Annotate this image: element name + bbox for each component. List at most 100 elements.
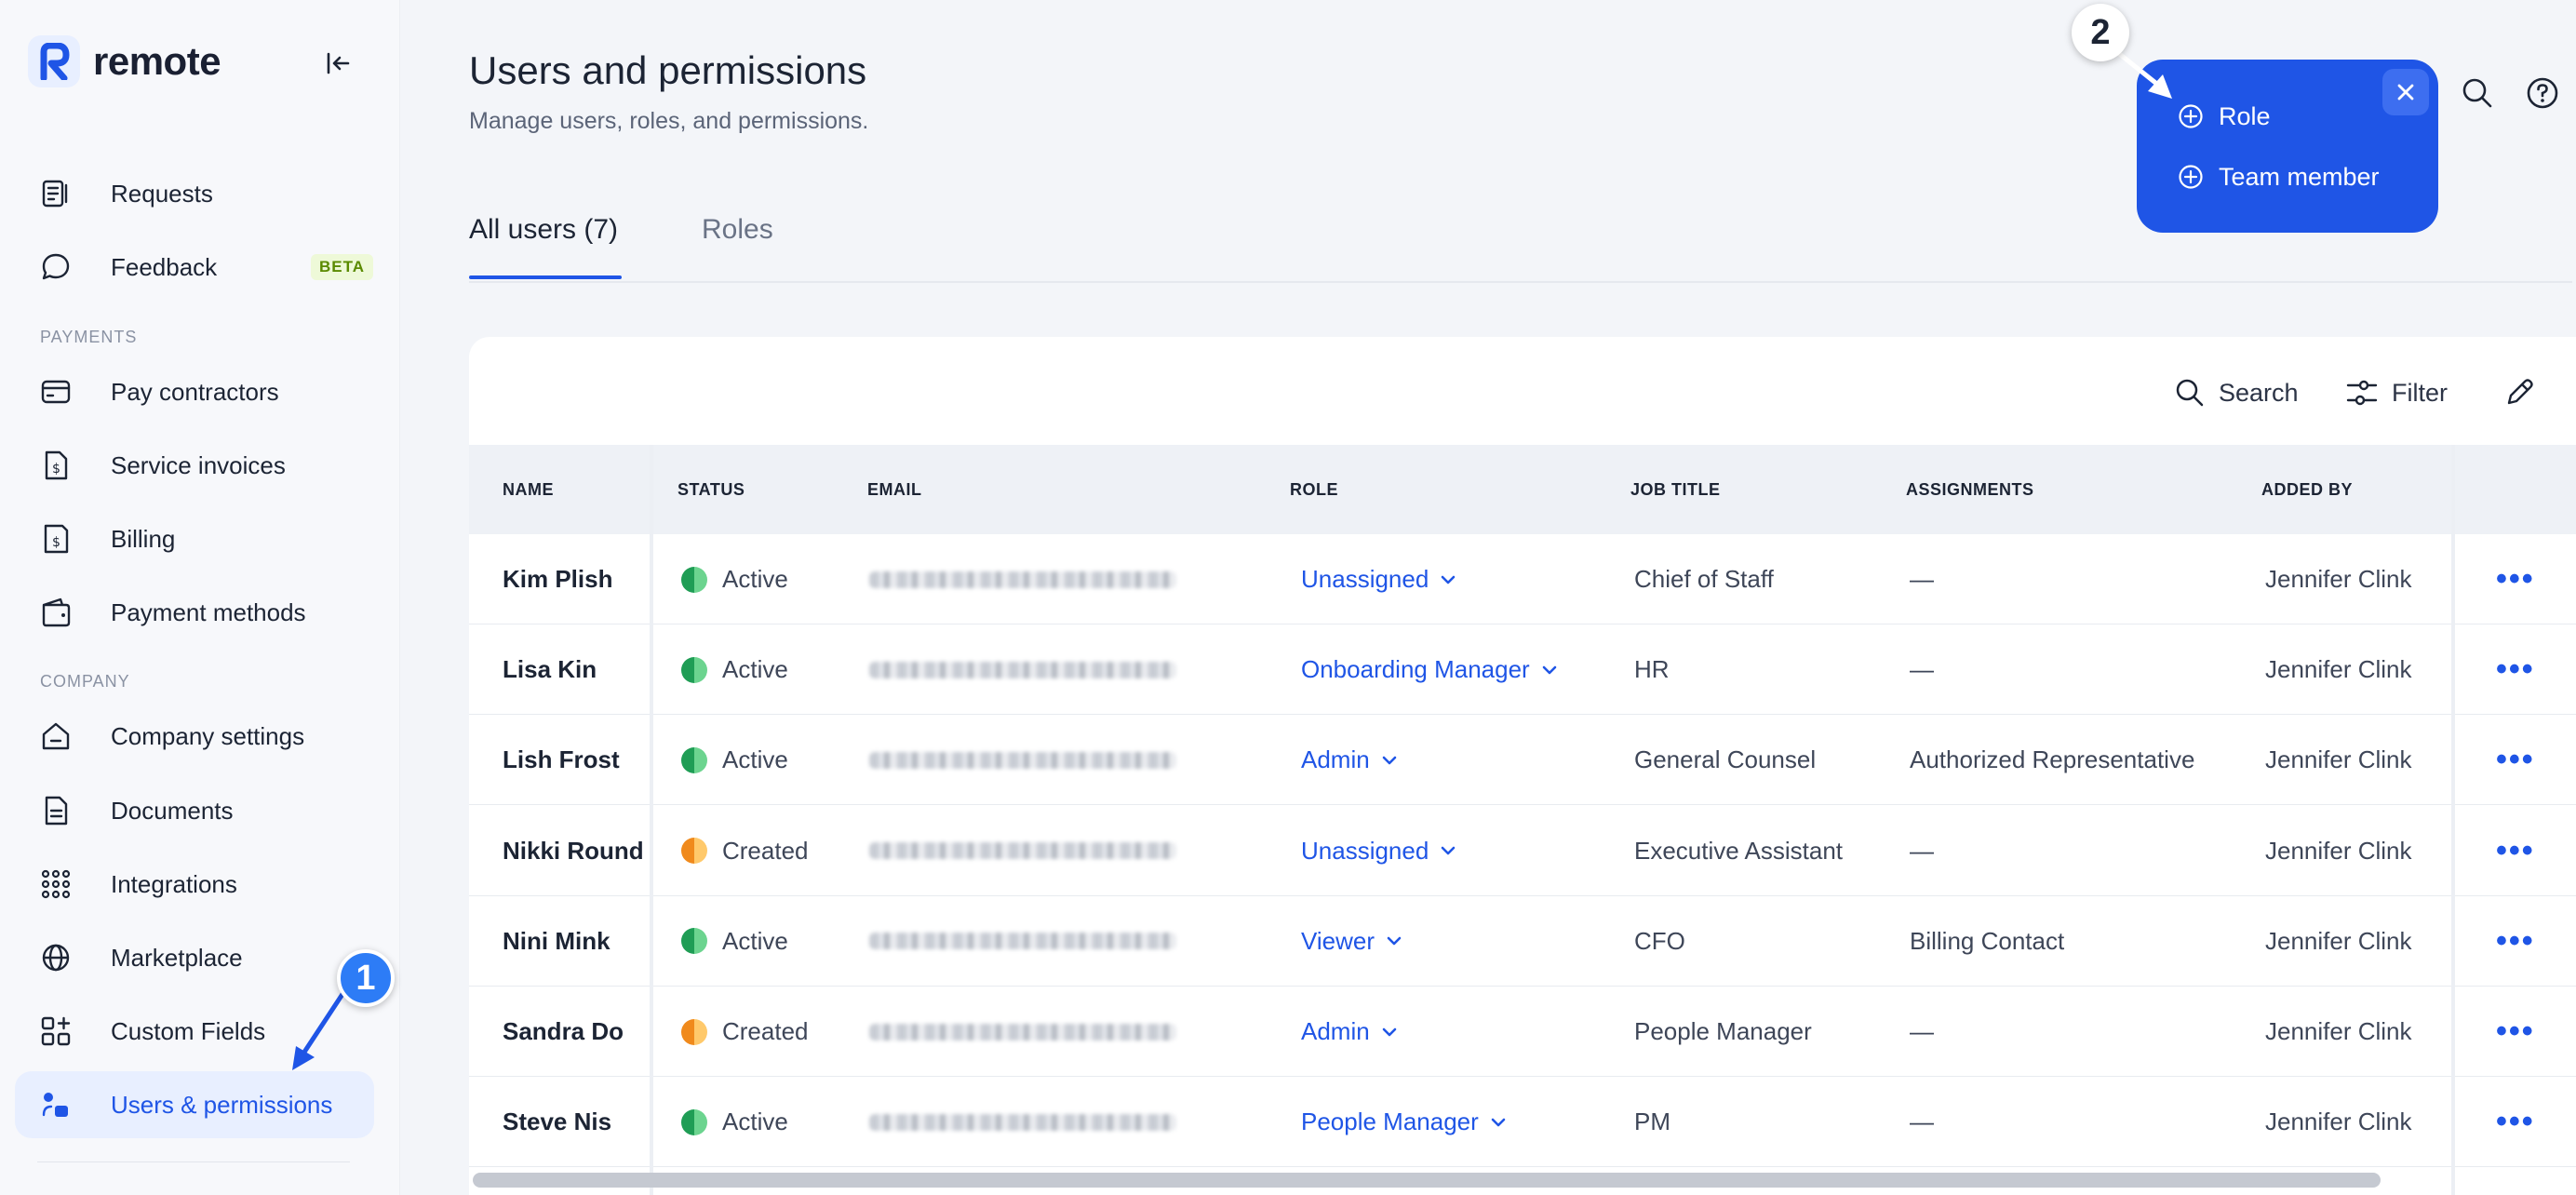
column-header-status[interactable]: STATUS xyxy=(678,445,745,534)
collapse-sidebar-icon[interactable] xyxy=(320,45,357,82)
plus-circle-icon xyxy=(2179,165,2203,189)
role-dropdown[interactable]: People Manager xyxy=(1301,1077,1509,1167)
annotation-badge-2: 2 xyxy=(2072,4,2129,61)
sidebar-item-label: Pay contractors xyxy=(111,377,279,406)
role-dropdown[interactable]: Unassigned xyxy=(1301,806,1458,896)
help-icon[interactable] xyxy=(2524,74,2561,112)
status-dot-icon xyxy=(681,1108,707,1135)
assignments: — xyxy=(1910,1017,1934,1045)
role-label: Unassigned xyxy=(1301,565,1429,593)
sidebar-item-label: Integrations xyxy=(111,869,237,898)
more-actions-icon[interactable]: ••• xyxy=(2496,896,2535,987)
user-name[interactable]: Lisa Kin xyxy=(503,624,597,715)
filter-label: Filter xyxy=(2392,378,2448,407)
table-row[interactable]: Nikki Round Created Unassigned Executive As… xyxy=(469,806,2576,896)
column-header-job-title[interactable]: JOB TITLE xyxy=(1630,445,1721,534)
role-dropdown[interactable]: Onboarding Manager xyxy=(1301,624,1560,715)
menu-item-label: Role xyxy=(2219,101,2271,130)
user-name[interactable]: Sandra Do xyxy=(503,987,624,1077)
sidebar-item-integrations[interactable]: Integrations xyxy=(15,851,374,918)
more-actions-icon[interactable]: ••• xyxy=(2496,987,2535,1077)
column-header-added-by[interactable]: ADDED BY xyxy=(2261,445,2353,534)
status-label: Active xyxy=(722,926,788,955)
more-actions-icon[interactable]: ••• xyxy=(2496,534,2535,624)
column-divider xyxy=(2451,445,2455,1195)
more-actions-icon[interactable]: ••• xyxy=(2496,715,2535,805)
table-row[interactable]: Lish Frost Active Admin General Counsel Auth… xyxy=(469,715,2576,806)
page-subtitle: Manage users, roles, and permissions. xyxy=(469,108,869,134)
sidebar-item-feedback[interactable]: Feedback BETA xyxy=(15,234,374,301)
chevron-down-icon xyxy=(1382,1027,1397,1036)
column-header-name[interactable]: NAME xyxy=(503,445,554,534)
sidebar-item-label: Marketplace xyxy=(111,943,243,972)
search-label: Search xyxy=(2219,378,2299,407)
custom-fields-icon xyxy=(37,1013,74,1050)
user-name[interactable]: Lish Frost xyxy=(503,715,620,805)
table-row[interactable]: Steve Nis Active People Manager PM — Jennifer… xyxy=(469,1077,2576,1168)
email-cell xyxy=(869,987,1176,1077)
status-dot-icon xyxy=(681,928,707,955)
search-icon[interactable] xyxy=(2459,74,2496,112)
user-name[interactable]: Steve Nis xyxy=(503,1077,611,1167)
job-title: PM xyxy=(1634,1108,1670,1136)
more-actions-icon[interactable]: ••• xyxy=(2496,624,2535,715)
pencil-icon xyxy=(2507,379,2533,405)
role-dropdown[interactable]: Admin xyxy=(1301,987,1400,1077)
job-title: HR xyxy=(1634,655,1670,684)
sidebar-item-payment-methods[interactable]: Payment methods xyxy=(15,579,374,646)
blurred-email xyxy=(869,661,1176,678)
edit-columns-button[interactable] xyxy=(2503,374,2535,411)
column-header-role[interactable]: ROLE xyxy=(1290,445,1338,534)
status-label: Active xyxy=(722,745,788,774)
status-dot-icon xyxy=(681,656,707,683)
role-label: Unassigned xyxy=(1301,836,1429,865)
role-dropdown[interactable]: Admin xyxy=(1301,715,1400,805)
status-dot-icon xyxy=(681,746,707,773)
more-actions-icon[interactable]: ••• xyxy=(2496,806,2535,896)
role-dropdown[interactable]: Unassigned xyxy=(1301,534,1458,624)
remote-logo-icon xyxy=(28,35,80,87)
role-dropdown[interactable]: Viewer xyxy=(1301,896,1404,987)
sidebar-item-billing[interactable]: $ Billing xyxy=(15,505,374,572)
column-header-assignments[interactable]: ASSIGNMENTS xyxy=(1906,445,2034,534)
role-label: People Manager xyxy=(1301,1108,1479,1136)
blurred-email xyxy=(869,842,1176,860)
plus-circle-icon xyxy=(2179,104,2203,128)
add-team-member-menu-item[interactable]: Team member xyxy=(2178,158,2380,195)
dollar-file-icon: $ xyxy=(37,447,74,484)
status-label: Active xyxy=(722,1108,788,1136)
table-row[interactable]: Lisa Kin Active Onboarding Manager HR — Jenni… xyxy=(469,624,2576,716)
more-actions-icon[interactable]: ••• xyxy=(2496,1077,2535,1167)
sidebar-item-service-invoices[interactable]: $ Service invoices xyxy=(15,432,374,499)
horizontal-scrollbar[interactable] xyxy=(473,1173,2381,1188)
table-row[interactable]: Kim Plish Active Unassigned Chief of Staff —… xyxy=(469,534,2576,624)
close-icon[interactable] xyxy=(2382,69,2429,115)
user-name[interactable]: Kim Plish xyxy=(503,534,612,624)
column-header-email[interactable]: EMAIL xyxy=(867,445,922,534)
job-title: People Manager xyxy=(1634,1017,1812,1045)
tab-roles[interactable]: Roles xyxy=(702,214,773,246)
sidebar-item-documents[interactable]: Documents xyxy=(15,777,374,844)
role-label: Viewer xyxy=(1301,926,1375,955)
billing-icon: $ xyxy=(37,520,74,557)
sidebar-item-pay-contractors[interactable]: Pay contractors xyxy=(15,358,374,425)
user-name[interactable]: Nikki Round xyxy=(503,806,644,896)
table-row[interactable]: Sandra Do Created Admin People Manager — Jenn… xyxy=(469,987,2576,1077)
search-button[interactable]: Search xyxy=(2174,374,2299,411)
tab-all-users[interactable]: All users (7) xyxy=(469,214,618,246)
add-role-menu-item[interactable]: Role xyxy=(2178,98,2271,135)
sidebar-item-label: Company settings xyxy=(111,721,305,750)
assignments: — xyxy=(1910,1108,1934,1136)
logo[interactable]: remote xyxy=(28,35,221,87)
sidebar-item-label: Users & permissions xyxy=(111,1090,333,1119)
added-by: Jennifer Clink xyxy=(2265,655,2412,684)
sidebar-item-company-settings[interactable]: Company settings xyxy=(15,703,374,770)
sidebar-item-requests[interactable]: Requests xyxy=(15,160,374,227)
user-name[interactable]: Nini Mink xyxy=(503,896,610,987)
sidebar-item-users-permissions[interactable]: Users & permissions xyxy=(15,1071,374,1138)
sidebar-item-label: Requests xyxy=(111,179,213,208)
added-by: Jennifer Clink xyxy=(2265,1017,2412,1045)
table-row[interactable]: Nini Mink Active Viewer CFO Billing Contact J… xyxy=(469,896,2576,987)
status-cell: Active xyxy=(681,715,788,805)
filter-button[interactable]: Filter xyxy=(2345,374,2448,411)
